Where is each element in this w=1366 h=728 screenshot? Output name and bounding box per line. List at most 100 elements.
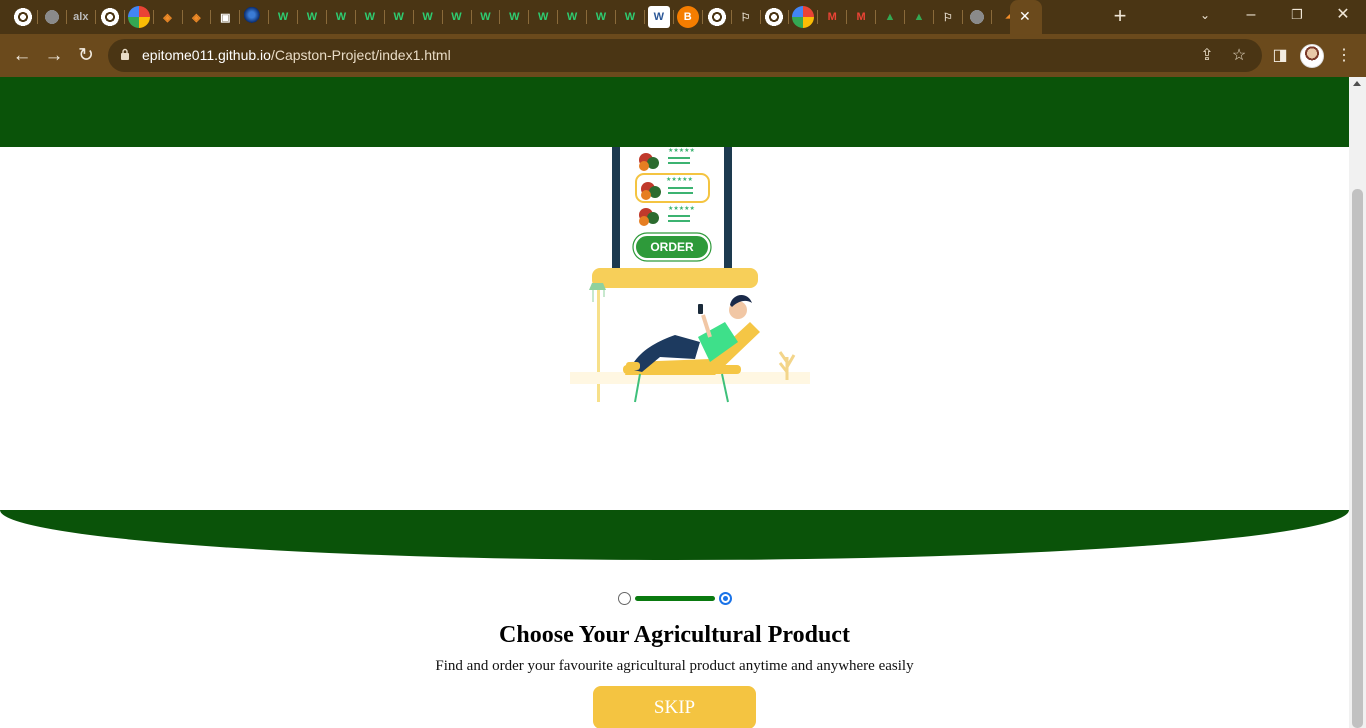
tab-separator: [528, 10, 530, 24]
w-icon[interactable]: W: [330, 6, 352, 28]
close-window-button[interactable]: ✕: [1330, 4, 1356, 28]
share-icon[interactable]: ⇪: [1196, 45, 1218, 67]
tab-separator: [586, 10, 588, 24]
flag-icon[interactable]: ⚐: [735, 6, 757, 28]
scrollbar[interactable]: [1349, 77, 1366, 728]
w-icon[interactable]: W: [417, 6, 439, 28]
slide-dot-2[interactable]: [719, 592, 732, 605]
url-host: epitome011.github.io: [142, 47, 271, 63]
w-icon[interactable]: W: [561, 6, 583, 28]
tab-separator: [210, 10, 212, 24]
gmail-icon[interactable]: M: [850, 6, 872, 28]
svg-text:★★★★★: ★★★★★: [668, 147, 695, 154]
shelf-shape: [592, 268, 758, 288]
footer-band: [0, 510, 1349, 560]
lock-icon: [121, 48, 129, 60]
close-icon[interactable]: ✕: [1019, 8, 1031, 25]
tab-separator: [904, 10, 905, 24]
back-button[interactable]: ←: [8, 42, 36, 70]
new-tab-button[interactable]: +: [1108, 5, 1132, 29]
w-icon[interactable]: W: [503, 6, 525, 28]
minimize-button[interactable]: –: [1238, 4, 1264, 28]
tab-separator: [875, 10, 877, 24]
w-icon[interactable]: W: [272, 6, 294, 28]
order-label: ORDER: [650, 240, 694, 254]
w-icon[interactable]: W: [590, 6, 612, 28]
tab-separator: [557, 10, 559, 24]
avatar[interactable]: [1300, 44, 1324, 68]
address-bar[interactable]: epitome011.github.io/Capston-Project/ind…: [108, 39, 1262, 72]
page-title: Choose Your Agricultural Product: [499, 622, 850, 648]
svg-text:★★★★★: ★★★★★: [668, 205, 695, 212]
tab-separator: [94, 10, 96, 24]
tab-separator: [268, 10, 270, 24]
w-icon[interactable]: W: [446, 6, 468, 28]
slide-dot-1[interactable]: [618, 592, 631, 605]
tab-separator: [383, 10, 385, 24]
google-icon[interactable]: [127, 6, 150, 28]
w-icon[interactable]: W: [474, 6, 496, 28]
diamond-icon[interactable]: ◈: [157, 6, 179, 28]
word-icon[interactable]: W: [647, 6, 670, 28]
tab-separator: [181, 10, 183, 24]
restore-button[interactable]: ❐: [1284, 4, 1310, 28]
person-phone: [698, 304, 703, 314]
flag-icon[interactable]: ⚐: [937, 6, 959, 28]
tab-separator: [643, 10, 645, 24]
alx-icon[interactable]: alx: [70, 6, 92, 28]
tab-separator: [239, 10, 241, 24]
drive-icon[interactable]: ▲: [879, 6, 901, 28]
tab-separator: [470, 10, 472, 24]
blogger-icon[interactable]: B: [676, 6, 699, 28]
slide-track: [635, 596, 715, 601]
tab-separator: [123, 10, 125, 24]
tab-separator: [701, 10, 703, 24]
w-icon[interactable]: W: [388, 6, 410, 28]
sphere-icon[interactable]: [243, 6, 266, 28]
globe-icon[interactable]: [965, 6, 988, 28]
tab-separator: [37, 10, 38, 24]
tab-search-button[interactable]: ⌄: [1192, 4, 1218, 28]
gmail-icon[interactable]: M: [821, 6, 843, 28]
chrome-icon[interactable]: [763, 6, 786, 28]
scroll-up-arrow[interactable]: [1353, 81, 1361, 86]
tab-separator: [672, 10, 674, 24]
tab-separator: [326, 10, 327, 24]
tab-separator: [297, 10, 299, 24]
w-icon[interactable]: W: [359, 6, 381, 28]
globe-icon[interactable]: [40, 6, 63, 28]
tab-separator: [441, 10, 443, 24]
tab-separator: [730, 10, 732, 24]
header-band: [0, 77, 1349, 147]
chrome-icon[interactable]: [98, 6, 121, 28]
w-icon[interactable]: W: [532, 6, 554, 28]
svg-text:★★★★★: ★★★★★: [666, 176, 693, 183]
star-icon[interactable]: ☆: [1228, 45, 1250, 67]
order-illustration: ★★★★★ ★★★★★ ★★★★★ ORDER: [570, 147, 810, 403]
tab-separator: [615, 10, 616, 24]
tab-separator: [788, 10, 790, 24]
menu-icon[interactable]: ⋮: [1332, 44, 1356, 68]
tab-separator: [990, 10, 992, 24]
active-tab[interactable]: ✕: [1010, 0, 1042, 34]
lamp-pole: [597, 287, 600, 402]
drive-icon[interactable]: ▲: [908, 6, 930, 28]
google-icon[interactable]: [792, 6, 815, 28]
url-text[interactable]: epitome011.github.io/Capston-Project/ind…: [142, 47, 451, 63]
tab-separator: [932, 10, 934, 24]
chrome-icon[interactable]: [12, 6, 34, 28]
skip-button[interactable]: SKIP: [593, 686, 756, 728]
w-icon[interactable]: W: [301, 6, 323, 28]
url-path: /Capston-Project/index1.html: [270, 47, 451, 63]
reload-button[interactable]: ↻: [72, 42, 100, 70]
scroll-thumb[interactable]: [1352, 189, 1363, 728]
forward-button[interactable]: →: [40, 42, 68, 70]
side-panel-icon[interactable]: ◨: [1268, 44, 1292, 68]
tab-strip: alx◈◈▣WWWWWWWWWWWWWWB⚐MM▲▲⚐⏶ ✕ + ⌄ – ❐ ✕: [0, 0, 1366, 34]
tab-separator: [961, 10, 963, 24]
diamond-icon[interactable]: ◈: [185, 6, 207, 28]
w-icon[interactable]: W: [619, 6, 641, 28]
chrome-icon[interactable]: [705, 6, 728, 28]
robot-icon[interactable]: ▣: [214, 6, 236, 28]
browser-toolbar: ← → ↻ epitome011.github.io/Capston-Proje…: [0, 34, 1366, 77]
